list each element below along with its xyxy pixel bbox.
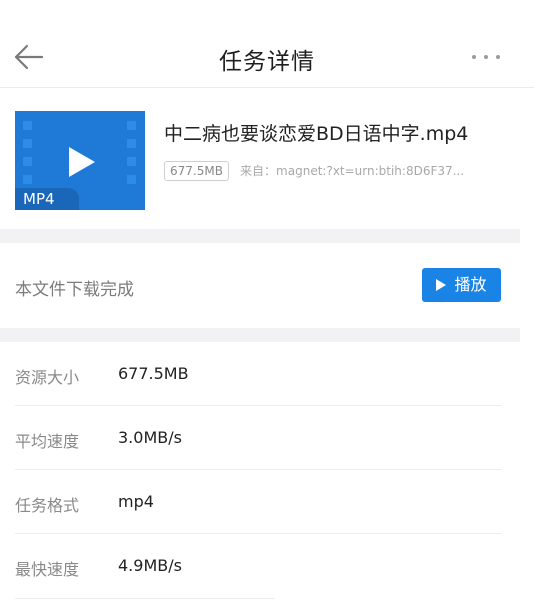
list-bottom-divider	[15, 598, 275, 599]
info-label: 平均速度	[15, 432, 80, 451]
file-size-tag: 677.5MB	[164, 160, 229, 181]
video-file-icon: MP4	[15, 111, 145, 210]
info-label: 最快速度	[15, 560, 80, 579]
page-title: 任务详情	[219, 49, 315, 75]
info-value: 677.5MB	[118, 364, 189, 383]
info-row-resource-size: 资源大小 677.5MB	[15, 342, 501, 406]
info-value: 4.9MB/s	[118, 556, 182, 575]
info-row-average-speed: 平均速度 3.0MB/s	[15, 406, 501, 470]
info-row-task-format: 任务格式 mp4	[15, 470, 501, 534]
task-detail-screen: 任务详情 MP4 中二病也要谈恋爱BD日语中字.mp4 677.5MB 来自：m…	[0, 0, 534, 611]
file-type-badge: MP4	[15, 188, 79, 210]
file-meta: 677.5MB 来自：magnet:?xt=urn:btih:8D6F37...	[164, 160, 534, 181]
play-icon	[436, 278, 447, 291]
play-button-label: 播放	[454, 275, 487, 294]
section-divider	[0, 229, 520, 243]
info-value: 3.0MB/s	[118, 428, 182, 447]
play-button[interactable]: 播放	[422, 268, 501, 302]
download-status-row: 本文件下载完成 播放	[0, 243, 520, 328]
file-source: 来自：magnet:?xt=urn:btih:8D6F37...	[240, 164, 465, 178]
header-bar: 任务详情	[0, 0, 534, 88]
info-label: 资源大小	[15, 368, 80, 387]
file-card: MP4 中二病也要谈恋爱BD日语中字.mp4 677.5MB 来自：magnet…	[0, 89, 520, 229]
info-value: mp4	[118, 492, 154, 511]
section-divider	[0, 328, 520, 342]
file-name: 中二病也要谈恋爱BD日语中字.mp4	[164, 123, 469, 145]
more-dots-icon[interactable]	[470, 52, 504, 62]
task-info-list: 资源大小 677.5MB 平均速度 3.0MB/s 任务格式 mp4 最快速度 …	[15, 342, 501, 598]
info-row-max-speed: 最快速度 4.9MB/s	[15, 534, 501, 598]
info-label: 任务格式	[15, 496, 80, 515]
download-status-text: 本文件下载完成	[15, 280, 134, 300]
